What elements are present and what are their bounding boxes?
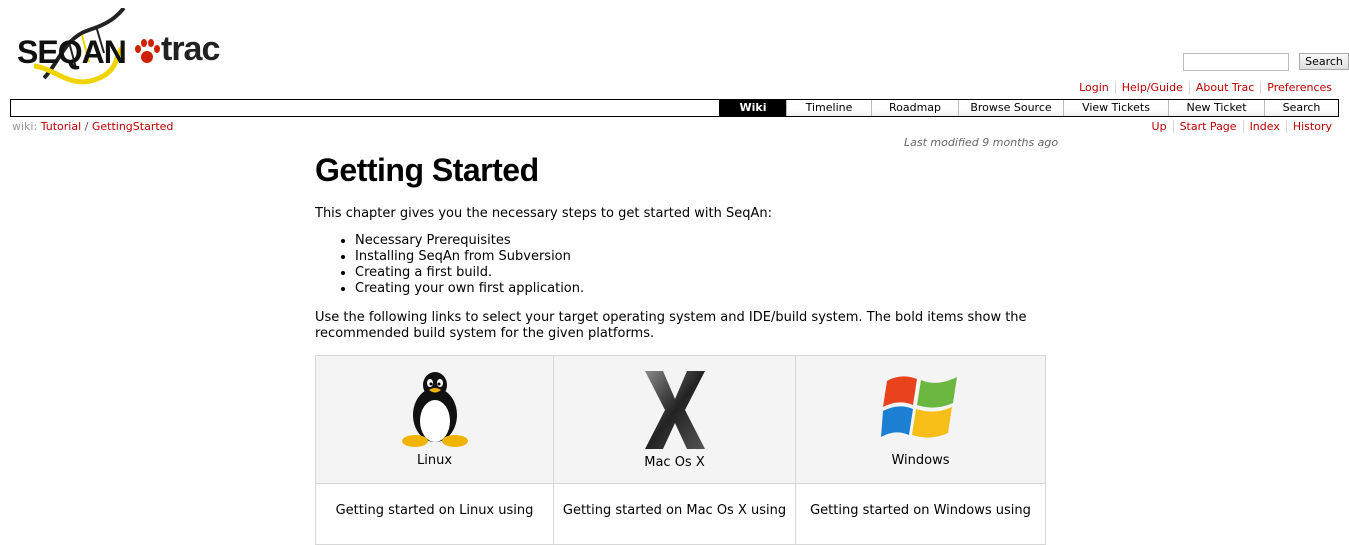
platform-name-windows: Windows <box>891 453 950 468</box>
list-item: Necessary Prerequisites <box>355 233 1046 249</box>
breadcrumb-separator: / <box>84 120 89 133</box>
breadcrumb-prefix: wiki: <box>12 120 38 133</box>
platform-caption-cell-macosx: Getting started on Mac Os X using <box>553 483 796 545</box>
windows-logo-icon <box>880 376 957 438</box>
logo-trac-wordmark: trac <box>161 30 220 68</box>
help-guide-link[interactable]: Help/Guide <box>1114 81 1189 94</box>
platform-cell-macosx: Mac Os X <box>553 355 796 484</box>
index-link[interactable]: Index <box>1242 120 1286 133</box>
steps-list: Necessary Prerequisites Installing SeqAn… <box>315 233 1046 297</box>
platform-cell-windows: Windows <box>795 355 1046 484</box>
getting-started-linux-text: Getting started on Linux using <box>335 502 534 518</box>
nav-tab-search[interactable]: Search <box>1264 100 1338 116</box>
about-trac-link[interactable]: About Trac <box>1188 81 1261 94</box>
paw-print-icon <box>135 39 160 63</box>
list-item: Creating your own first application. <box>355 281 1046 297</box>
wiki-content: Getting Started This chapter gives you t… <box>315 148 1046 342</box>
getting-started-windows-text: Getting started on Windows using <box>810 502 1031 518</box>
nav-tab-wiki[interactable]: Wiki <box>719 100 786 116</box>
list-item: Creating a first build. <box>355 265 1046 281</box>
search-form: Search <box>1183 51 1349 71</box>
table-row: Linux Mac Os X Windows <box>315 355 1046 484</box>
search-button[interactable]: Search <box>1299 53 1349 70</box>
context-nav: Up Start Page Index History <box>1146 120 1332 133</box>
intro-paragraph: This chapter gives you the necessary ste… <box>315 206 772 221</box>
main-nav: Wiki Timeline Roadmap Browse Source View… <box>10 99 1339 117</box>
getting-started-macosx-text: Getting started on Mac Os X using <box>562 502 787 518</box>
platform-caption-cell-windows: Getting started on Windows using <box>795 483 1046 545</box>
linux-penguin-icon <box>401 372 468 447</box>
logo-seqan-wordmark: SEQAN <box>17 34 127 70</box>
search-input[interactable] <box>1183 52 1289 71</box>
nav-tab-view-tickets[interactable]: View Tickets <box>1063 100 1168 116</box>
page-title: Getting Started <box>315 152 539 188</box>
up-link[interactable]: Up <box>1146 120 1173 133</box>
login-link[interactable]: Login <box>1073 81 1115 94</box>
mac-os-x-icon <box>644 371 705 449</box>
breadcrumb: wiki: Tutorial / GettingStarted <box>12 120 173 133</box>
breadcrumb-gettingstarted-link[interactable]: GettingStarted <box>92 120 174 133</box>
platform-name-linux: Linux <box>416 453 453 468</box>
history-link[interactable]: History <box>1285 120 1332 133</box>
nav-tab-timeline[interactable]: Timeline <box>786 100 871 116</box>
platform-cell-linux: Linux <box>315 355 554 484</box>
meta-nav: Login Help/Guide About Trac Preferences <box>1073 81 1332 94</box>
table-row: Getting started on Linux using Getting s… <box>315 483 1046 545</box>
nav-tab-roadmap[interactable]: Roadmap <box>871 100 958 116</box>
platform-caption-cell-linux: Getting started on Linux using <box>315 483 554 545</box>
preferences-link[interactable]: Preferences <box>1260 81 1332 94</box>
links-paragraph: Use the following links to select your t… <box>315 310 1027 341</box>
breadcrumb-tutorial-link[interactable]: Tutorial <box>41 120 81 133</box>
nav-tab-new-ticket[interactable]: New Ticket <box>1168 100 1264 116</box>
nav-tab-browse-source[interactable]: Browse Source <box>958 100 1063 116</box>
start-page-link[interactable]: Start Page <box>1172 120 1243 133</box>
list-item: Installing SeqAn from Subversion <box>355 249 1046 265</box>
platforms-table: Linux Mac Os X Windows Getting started o… <box>315 355 1046 545</box>
site-logo[interactable]: SEQAN trac <box>14 8 244 93</box>
platform-name-macosx: Mac Os X <box>644 455 705 470</box>
